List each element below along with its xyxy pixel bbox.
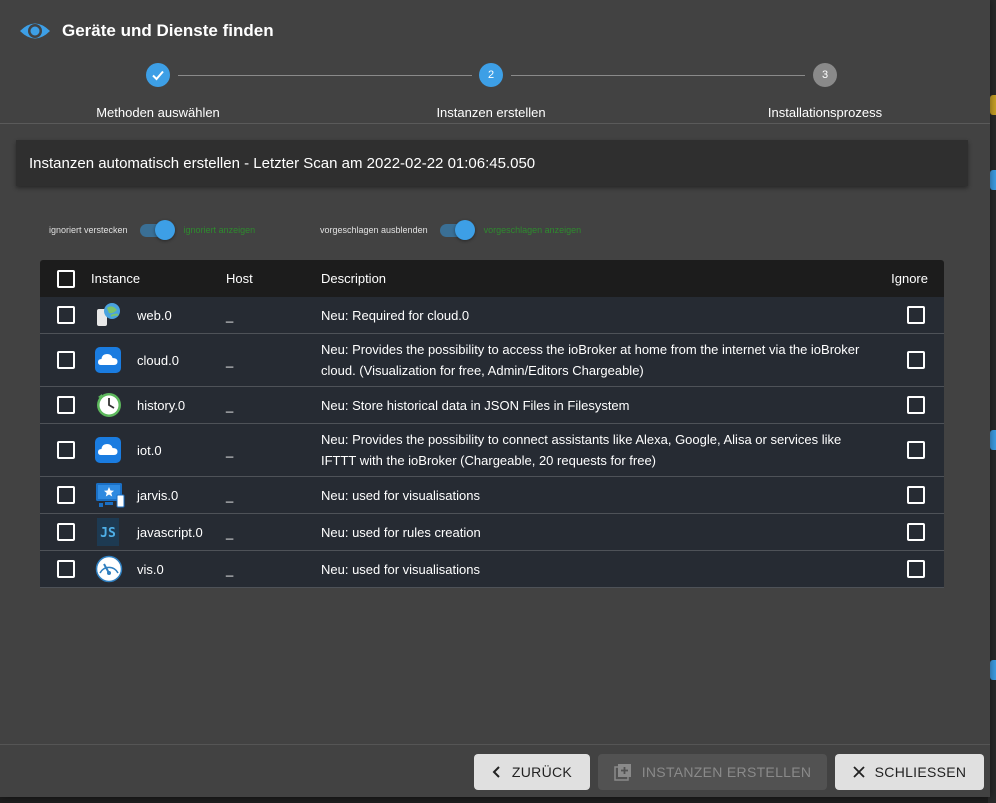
- table-header: Instance Host Description Ignore: [40, 260, 944, 297]
- switch-suggested: vorgeschlagen ausblenden vorgeschlagen a…: [320, 219, 581, 241]
- header-instance: Instance: [91, 271, 141, 286]
- host-value: _: [226, 561, 234, 577]
- scan-banner: Instanzen automatisch erstellen - Letzte…: [16, 140, 968, 186]
- stepper: 2 3 Methoden auswählen Instanzen erstell…: [0, 62, 990, 124]
- switch-ignored-off-label: ignoriert verstecken: [49, 225, 128, 235]
- close-button-label: SCHLIESSEN: [874, 764, 967, 780]
- table-row: jarvis.0 _ Neu: used for visualisations: [40, 477, 944, 514]
- instance-name: jarvis.0: [137, 487, 179, 503]
- description: Neu: Required for cloud.0: [321, 307, 470, 323]
- host-value: _: [226, 307, 234, 323]
- close-button[interactable]: SCHLIESSEN: [835, 754, 984, 790]
- select-all-checkbox[interactable]: [56, 269, 75, 288]
- chevron-left-icon: [492, 766, 502, 778]
- step-connector: [511, 75, 805, 76]
- host-value: _: [226, 524, 234, 540]
- dialog-title: Geräte und Dienste finden: [62, 21, 274, 40]
- ignore-checkbox[interactable]: [907, 306, 925, 324]
- instances-table: Instance Host Description Ignore web.0 _…: [40, 260, 944, 588]
- header-ignore: Ignore: [891, 271, 928, 286]
- create-instances-label: INSTANZEN ERSTELLEN: [641, 764, 812, 780]
- table-row: web.0 _ Neu: Required for cloud.0: [40, 297, 944, 334]
- table-row: JS javascript.0 _ Neu: used for rules cr…: [40, 514, 944, 551]
- step-connector: [178, 75, 472, 76]
- switch-ignored-on-label: ignoriert anzeigen: [183, 225, 256, 235]
- row-select-checkbox[interactable]: [56, 306, 75, 324]
- back-button[interactable]: ZURÜCK: [474, 754, 590, 790]
- description: Neu: used for visualisations: [321, 561, 480, 577]
- instance-name: javascript.0: [137, 524, 203, 540]
- check-icon: [152, 70, 164, 81]
- step-2-indicator: 2: [479, 63, 503, 87]
- back-button-label: ZURÜCK: [511, 764, 573, 780]
- description: Neu: Store historical data in JSON Files…: [321, 397, 630, 413]
- step-2-label: Instanzen erstellen: [436, 105, 546, 120]
- row-select-checkbox[interactable]: [56, 441, 75, 459]
- host-value: _: [226, 442, 234, 458]
- row-select-checkbox[interactable]: [56, 396, 75, 414]
- row-select-checkbox[interactable]: [56, 486, 75, 504]
- table-row: history.0 _ Neu: Store historical data i…: [40, 387, 944, 424]
- create-instances-button[interactable]: INSTANZEN ERSTELLEN: [598, 754, 827, 790]
- suggested-toggle[interactable]: [438, 219, 476, 241]
- step-1-label: Methoden auswählen: [96, 105, 220, 120]
- step-1-indicator: [146, 63, 170, 87]
- table-row: iot.0 _ Neu: Provides the possibility to…: [40, 424, 944, 477]
- header-host: Host: [226, 271, 253, 286]
- host-value: _: [226, 397, 234, 413]
- description: Neu: used for visualisations: [321, 487, 480, 503]
- step-3-indicator: 3: [813, 63, 837, 87]
- ignore-checkbox[interactable]: [907, 486, 925, 504]
- eye-icon: [20, 23, 50, 39]
- host-value: _: [226, 487, 234, 503]
- instance-name: vis.0: [137, 561, 164, 577]
- host-value: _: [226, 352, 234, 368]
- row-select-checkbox[interactable]: [56, 560, 75, 578]
- instance-name: cloud.0: [137, 352, 179, 368]
- background-marker: [990, 95, 996, 115]
- add-library-icon: [613, 763, 632, 781]
- ignored-toggle[interactable]: [138, 219, 176, 241]
- ignore-checkbox[interactable]: [907, 523, 925, 541]
- iot-cloud-icon: [95, 437, 121, 463]
- ignore-checkbox[interactable]: [907, 441, 925, 459]
- header-description: Description: [321, 271, 387, 286]
- row-select-checkbox[interactable]: [56, 351, 75, 369]
- background-marker: [990, 660, 996, 680]
- description: Neu: Provides the possibility to access …: [321, 342, 860, 378]
- jarvis-icon: [96, 483, 125, 508]
- discovery-dialog: Geräte und Dienste finden 2 3 Methoden a…: [0, 0, 990, 797]
- ignore-checkbox[interactable]: [907, 396, 925, 414]
- row-select-checkbox[interactable]: [56, 523, 75, 541]
- description: Neu: used for rules creation: [321, 524, 481, 540]
- switch-ignored: ignoriert verstecken ignoriert anzeigen: [49, 219, 255, 241]
- step-3-label: Installationsprozess: [767, 105, 883, 120]
- web-icon: [97, 303, 120, 326]
- background-marker: [990, 170, 996, 190]
- instance-name: iot.0: [137, 442, 162, 458]
- cloud-icon: [95, 347, 121, 373]
- table-row: vis.0 _ Neu: used for visualisations: [40, 551, 944, 588]
- instance-name: web.0: [137, 307, 172, 323]
- history-icon: [97, 393, 121, 417]
- dialog-footer: ZURÜCK INSTANZEN ERSTELLEN SCHLIESSEN: [0, 744, 990, 797]
- ignore-checkbox[interactable]: [907, 560, 925, 578]
- switch-suggested-on-label: vorgeschlagen anzeigen: [483, 225, 582, 235]
- javascript-icon: JS: [97, 518, 119, 546]
- vis-icon: [95, 555, 123, 583]
- instance-name: history.0: [137, 397, 186, 413]
- dialog-header: Geräte und Dienste finden: [18, 17, 274, 45]
- switch-suggested-off-label: vorgeschlagen ausblenden: [320, 225, 428, 235]
- close-icon: [853, 766, 865, 778]
- ignore-checkbox[interactable]: [907, 351, 925, 369]
- background-marker: [990, 430, 996, 450]
- table-row: cloud.0 _ Neu: Provides the possibility …: [40, 334, 944, 387]
- description: Neu: Provides the possibility to connect…: [321, 432, 842, 468]
- svg-text:JS: JS: [100, 526, 116, 541]
